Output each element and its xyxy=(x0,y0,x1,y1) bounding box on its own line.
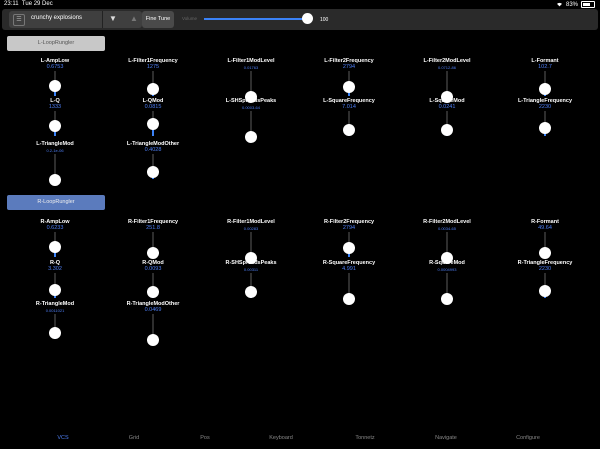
fine-tune-button[interactable]: Fine Tune xyxy=(142,11,174,28)
r-squaremod-value: 0.0004993 xyxy=(437,267,457,272)
r-filter1modlevel-label: R-Filter1ModLevel xyxy=(227,219,275,225)
l-formant-slider-thumb[interactable] xyxy=(539,83,551,96)
r-trianglemod-value: 0.0011021 xyxy=(45,308,65,313)
r-looprungler-button[interactable]: R-LoopRungler xyxy=(7,195,105,210)
r-formant-slider-thumb[interactable] xyxy=(539,246,551,259)
r-squarefrequency-value: 4.991 xyxy=(342,266,356,272)
r-trianglemod-label: R-TriangleMod xyxy=(35,301,75,307)
l-trianglemod-slider-track[interactable] xyxy=(54,154,56,176)
r-filter1modlevel-value: 0.00283 xyxy=(243,226,259,231)
l-q-value: 1333 xyxy=(48,104,62,110)
r-filter2frequency-value: 2794 xyxy=(342,225,356,231)
status-bar: 23:11 Tue 29 Dec 83% xyxy=(0,0,600,9)
r-squaremod-slider-thumb[interactable] xyxy=(441,293,453,305)
r-squarefrequency-slider-track[interactable] xyxy=(348,273,350,295)
l-amplow-slider-thumb[interactable] xyxy=(49,80,61,92)
r-shspreadspeaks-slider-thumb[interactable] xyxy=(245,286,257,299)
volume-slider-track[interactable] xyxy=(204,18,308,20)
l-filter1modlevel-value: 0.01763 xyxy=(243,65,259,70)
preset-selector[interactable]: ☰ crunchy explosions ▼ ▲ xyxy=(9,11,142,28)
r-filter2modlevel-value: 0.0034-65 xyxy=(437,226,456,231)
status-time: 23:11 xyxy=(4,1,19,7)
l-amplow-value: 0.6753 xyxy=(46,64,64,70)
l-filter2frequency-value: 2794 xyxy=(342,64,356,70)
r-trianglefrequency-value: 2230 xyxy=(538,266,552,272)
r-amplow-slider-thumb[interactable] xyxy=(49,241,61,253)
volume-slider-label: Volume xyxy=(182,16,198,21)
r-filter1frequency-slider-thumb[interactable] xyxy=(147,246,159,259)
volume-slider-thumb[interactable] xyxy=(302,13,313,24)
l-shspreadspeaks-label: L-SHSpreadsPeaks xyxy=(225,98,277,104)
r-trianglemodother-value: 0.0469 xyxy=(144,307,162,313)
l-q-slider-thumb[interactable] xyxy=(49,120,61,132)
r-formant-value: 49.64 xyxy=(538,225,552,231)
tab-keyboard[interactable]: Keyboard xyxy=(251,435,311,441)
preset-name: crunchy explosions xyxy=(31,15,83,21)
preset-menu-icon[interactable]: ☰ xyxy=(13,14,25,26)
l-qmod-value: 0.0815 xyxy=(144,104,162,110)
r-filter2modlevel-slider-track[interactable] xyxy=(446,232,448,254)
l-filter1modlevel-label: L-Filter1ModLevel xyxy=(227,58,275,64)
l-filter2modlevel-label: L-Filter2ModLevel xyxy=(423,58,471,64)
status-date: Tue 29 Dec xyxy=(21,1,53,7)
r-qmod-slider-thumb[interactable] xyxy=(147,286,159,299)
l-trianglefrequency-value: 2230 xyxy=(538,104,552,110)
l-filter1frequency-value: 1275 xyxy=(146,64,160,70)
l-filter2frequency-slider-thumb[interactable] xyxy=(343,81,355,94)
l-looprungler-button[interactable]: L-LoopRungler xyxy=(7,36,105,51)
r-filter1modlevel-slider-track[interactable] xyxy=(250,232,252,254)
r-q-slider-thumb[interactable] xyxy=(49,284,61,297)
r-filter2modlevel-label: R-Filter2ModLevel xyxy=(423,219,471,225)
divider xyxy=(102,11,103,28)
tab-tonnetz[interactable]: Tonnetz xyxy=(335,435,395,441)
r-shspreadspeaks-label: R-SHSpreadsPeaks xyxy=(225,260,277,266)
wifi-icon xyxy=(556,2,562,7)
l-squaremod-slider-thumb[interactable] xyxy=(441,124,453,137)
l-filter1frequency-slider-thumb[interactable] xyxy=(147,83,159,96)
r-trianglemodother-slider-thumb[interactable] xyxy=(147,334,159,346)
r-q-value: 3.302 xyxy=(48,266,62,272)
r-filter2frequency-slider-thumb[interactable] xyxy=(343,242,355,255)
l-trianglemod-label: L-TriangleMod xyxy=(36,141,74,147)
l-squaremod-value: 0.0241 xyxy=(438,104,456,110)
l-shspreadspeaks-value: 0.0003-64 xyxy=(241,105,260,110)
r-squaremod-label: R-SquareMod xyxy=(429,260,465,266)
volume-slider-value: 100 xyxy=(320,17,329,23)
l-qmod-slider-thumb[interactable] xyxy=(147,117,159,130)
l-filter1modlevel-slider-track[interactable] xyxy=(250,71,252,93)
r-trianglemod-slider-thumb[interactable] xyxy=(49,327,61,340)
r-qmod-value: 0.0093 xyxy=(144,266,162,272)
battery-percent: 83% xyxy=(565,1,578,8)
r-trianglemodother-slider-track[interactable] xyxy=(152,314,154,336)
l-trianglefrequency-slider-thumb[interactable] xyxy=(539,122,551,135)
l-shspreadspeaks-slider-track[interactable] xyxy=(250,111,252,133)
r-amplow-value: 0.6233 xyxy=(46,225,64,231)
tab-bar: VCS Grid Pos Keyboard Tonnetz Navigate Configu… xyxy=(0,429,600,449)
tab-pos[interactable]: Pos xyxy=(175,435,235,441)
tab-navigate[interactable]: Navigate xyxy=(416,435,476,441)
l-filter2modlevel-slider-track[interactable] xyxy=(446,71,448,93)
preset-next-icon[interactable]: ▼ xyxy=(109,14,117,23)
r-squaremod-slider-track[interactable] xyxy=(446,273,448,295)
l-trianglemodother-value: 0.4028 xyxy=(144,147,162,153)
l-squarefrequency-slider-thumb[interactable] xyxy=(343,124,355,137)
l-filter2modlevel-value: 0.0712-86 xyxy=(437,65,456,70)
preset-prev-icon[interactable]: ▲ xyxy=(130,14,138,23)
r-squarefrequency-slider-thumb[interactable] xyxy=(343,293,355,305)
l-shspreadspeaks-slider-thumb[interactable] xyxy=(245,131,257,143)
battery-icon xyxy=(581,1,595,8)
l-trianglemodother-slider-thumb[interactable] xyxy=(147,166,159,179)
l-trianglemod-slider-thumb[interactable] xyxy=(49,174,61,186)
toolbar: ☰ crunchy explosions ▼ ▲ Fine Tune Volum… xyxy=(2,9,598,30)
r-shspreadspeaks-value: 0.00311 xyxy=(243,267,259,272)
l-squarefrequency-value: 7.014 xyxy=(342,104,356,110)
r-trianglefrequency-slider-thumb[interactable] xyxy=(539,285,551,298)
tab-configure[interactable]: Configure xyxy=(498,435,558,441)
l-trianglemod-value: 0.2-1e-06 xyxy=(46,148,64,153)
tab-grid[interactable]: Grid xyxy=(104,435,164,441)
l-formant-value: 102.7 xyxy=(538,64,552,70)
r-filter1frequency-value: 251.8 xyxy=(146,225,160,231)
tab-vcs[interactable]: VCS xyxy=(33,435,93,441)
